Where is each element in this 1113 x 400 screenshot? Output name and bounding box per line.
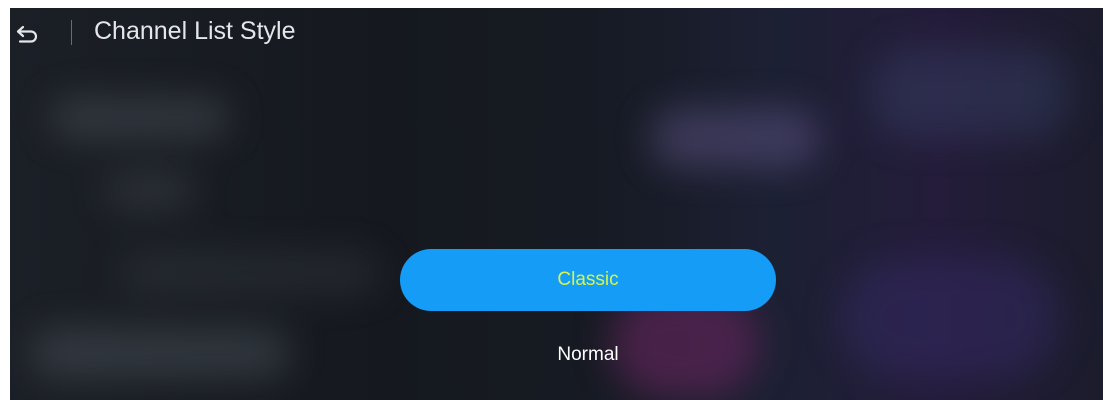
back-arrow-icon [16,25,38,43]
option-normal[interactable]: Normal [400,324,776,386]
page-title: Channel List Style [94,17,296,45]
option-classic[interactable]: Classic [400,249,776,311]
option-normal-label: Normal [557,344,619,365]
back-button[interactable] [14,20,42,48]
option-classic-label: Classic [557,269,619,290]
tv-settings-screen: Channel List Style Classic Normal [10,8,1103,400]
header-divider [71,20,72,45]
header-bar: Channel List Style [10,8,1103,60]
